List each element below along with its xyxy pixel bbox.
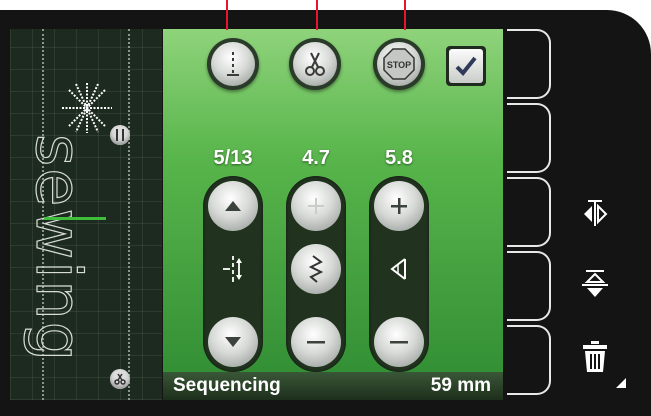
status-bar: Sequencing 59 mm (163, 372, 503, 400)
stitch-length-minus-button[interactable] (291, 317, 341, 367)
pointer-line-tie-off (226, 0, 228, 30)
stitch-width-value: 5.8 (385, 147, 413, 169)
side-button-5[interactable] (507, 325, 551, 395)
stitch-width-plus-button[interactable] (374, 181, 424, 231)
stitch-zigzag-icon (308, 255, 324, 283)
mirror-side-to-side-icon[interactable] (578, 196, 612, 230)
sequence-down-button[interactable] (208, 317, 258, 367)
stitch-width-minus-button[interactable] (374, 317, 424, 367)
side-button-1[interactable] (507, 29, 551, 99)
scissors-icon (305, 52, 325, 76)
starburst-stitch-icon (62, 83, 112, 133)
stitch-length-control (286, 176, 346, 372)
checkmark-icon (455, 56, 477, 76)
stop-button[interactable]: STOP (373, 38, 425, 90)
sequence-length: 59 mm (430, 375, 491, 396)
pointer-line-thread-cut (316, 0, 318, 30)
minus-icon (390, 341, 408, 344)
plus-icon (391, 198, 407, 214)
stop-label: STOP (387, 60, 411, 70)
stitch-text-preview: sewing (21, 133, 95, 364)
width-wedge-icon (379, 249, 419, 289)
stitch-preview-panel[interactable]: sewing (10, 29, 162, 400)
confirm-button[interactable] (446, 46, 486, 86)
side-button-3[interactable] (507, 177, 551, 247)
stitch-length-value: 4.7 (302, 147, 330, 169)
sequence-position-control (203, 176, 263, 372)
arrow-down-icon (225, 337, 241, 347)
sequence-position-value: 5/13 (213, 147, 253, 169)
mirror-end-to-end-icon[interactable] (578, 268, 612, 302)
tie-off-button[interactable] (207, 38, 259, 90)
plus-icon (308, 198, 324, 214)
stop-sign-icon: STOP (383, 48, 415, 80)
trash-icon[interactable] (578, 340, 612, 374)
stitch-length-icon-button[interactable] (291, 244, 341, 294)
stitch-width-control (369, 176, 429, 372)
tie-off-marker-icon (110, 125, 130, 145)
sequence-up-button[interactable] (208, 181, 258, 231)
sequencing-screen: STOP 5/13 4.7 5.8 Sequencing 59 mm (163, 29, 503, 400)
thread-cut-button[interactable] (289, 38, 341, 90)
side-button-4[interactable] (507, 251, 551, 321)
tie-off-icon (227, 52, 239, 76)
side-button-2[interactable] (507, 103, 551, 173)
arrow-up-icon (225, 201, 241, 211)
top-toolbar: STOP (163, 29, 503, 99)
pointer-line-stop (404, 0, 406, 30)
mode-label: Sequencing (173, 375, 281, 396)
needle-position-line (44, 217, 106, 220)
stitch-length-plus-button[interactable] (291, 181, 341, 231)
corner-arrow-icon (616, 378, 626, 388)
preview-guide-right (128, 29, 130, 400)
thread-cut-marker-icon (110, 369, 130, 389)
minus-icon (307, 341, 325, 344)
stitch-position-icon (213, 249, 253, 289)
